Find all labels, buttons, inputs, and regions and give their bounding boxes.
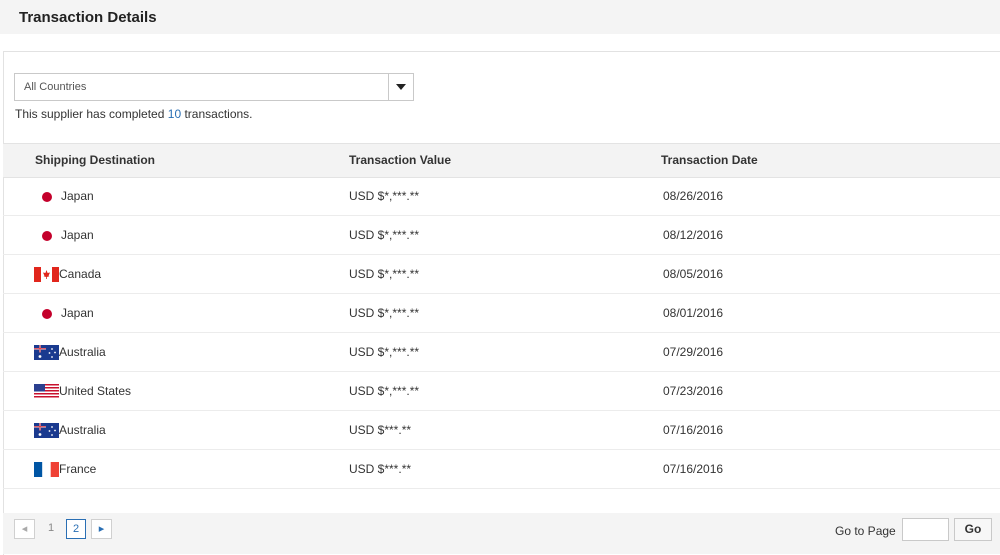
destination-cell: Australia — [59, 345, 106, 359]
value-cell: USD $*,***.** — [349, 267, 420, 281]
goto-page-label: Go to Page — [835, 524, 896, 538]
japan-flag-icon — [34, 189, 59, 204]
australia-flag-icon — [34, 345, 59, 360]
table-row: United States USD $*,***.** 07/23/2016 — [3, 372, 1000, 411]
value-cell: USD $*,***.** — [349, 384, 420, 398]
page-title: Transaction Details — [19, 9, 157, 26]
destination-cell: Japan — [61, 189, 94, 203]
date-cell: 07/23/2016 — [663, 384, 724, 398]
transaction-table-body: Japan USD $*,***.** 08/26/2016 Japan USD… — [3, 177, 1000, 489]
transaction-count: 10 — [167, 107, 182, 121]
value-cell: USD $***.** — [349, 462, 412, 476]
date-cell: 07/16/2016 — [663, 423, 724, 437]
table-row: Australia USD $*,***.** 07/29/2016 — [3, 333, 1000, 372]
date-cell: 08/26/2016 — [663, 189, 724, 203]
value-cell: USD $*,***.** — [349, 306, 420, 320]
destination-cell: Canada — [59, 267, 102, 281]
united-states-flag-icon — [34, 384, 59, 399]
date-cell: 08/05/2016 — [663, 267, 724, 281]
table-row: Australia USD $***.** 07/16/2016 — [3, 411, 1000, 450]
france-flag-icon — [34, 462, 59, 477]
date-cell: 08/01/2016 — [663, 306, 724, 320]
column-header-date: Transaction Date — [661, 153, 758, 167]
country-filter-select[interactable]: All Countries — [14, 73, 414, 101]
chevron-left-icon: ◂ — [21, 523, 28, 535]
chevron-right-icon: ▸ — [98, 523, 105, 535]
table-row: Japan USD $*,***.** 08/26/2016 — [3, 177, 1000, 216]
value-cell: USD $*,***.** — [349, 345, 420, 359]
destination-cell: United States — [59, 384, 132, 398]
table-row: Canada USD $*,***.** 08/05/2016 — [3, 255, 1000, 294]
page-link-2-current[interactable]: 2 — [66, 519, 86, 539]
column-header-value: Transaction Value — [349, 153, 452, 167]
summary-prefix: This supplier has completed — [15, 107, 165, 121]
value-cell: USD $*,***.** — [349, 228, 420, 242]
table-row: France USD $***.** 07/16/2016 — [3, 450, 1000, 489]
column-header-destination: Shipping Destination — [35, 153, 155, 167]
dropdown-toggle[interactable] — [388, 74, 413, 100]
section-header: Transaction Details — [0, 0, 1000, 34]
summary-suffix: transactions. — [184, 107, 253, 121]
destination-cell: Japan — [61, 228, 94, 242]
go-button[interactable]: Go — [954, 518, 992, 541]
value-cell: USD $***.** — [349, 423, 412, 437]
destination-cell: Japan — [61, 306, 94, 320]
table-header: Shipping Destination Transaction Value T… — [3, 143, 1000, 178]
next-page-button[interactable]: ▸ — [91, 519, 112, 539]
chevron-down-icon — [396, 84, 406, 90]
country-filter-value: All Countries — [24, 81, 87, 93]
australia-flag-icon — [34, 423, 59, 438]
table-row: Japan USD $*,***.** 08/01/2016 — [3, 294, 1000, 333]
previous-page-button[interactable]: ◂ — [14, 519, 35, 539]
japan-flag-icon — [34, 306, 59, 321]
transaction-summary: This supplier has completed 10 transacti… — [15, 107, 253, 121]
date-cell: 07/29/2016 — [663, 345, 724, 359]
japan-flag-icon — [34, 228, 59, 243]
value-cell: USD $*,***.** — [349, 189, 420, 203]
date-cell: 07/16/2016 — [663, 462, 724, 476]
canada-flag-icon — [34, 267, 59, 282]
goto-page-input[interactable] — [902, 518, 949, 541]
pagination-bar: ◂ 1 2 ▸ Go to Page Go — [3, 513, 1000, 554]
page-link-1[interactable]: 1 — [41, 519, 61, 539]
destination-cell: Australia — [59, 423, 106, 437]
date-cell: 08/12/2016 — [663, 228, 724, 242]
destination-cell: France — [59, 462, 97, 476]
table-row: Japan USD $*,***.** 08/12/2016 — [3, 216, 1000, 255]
